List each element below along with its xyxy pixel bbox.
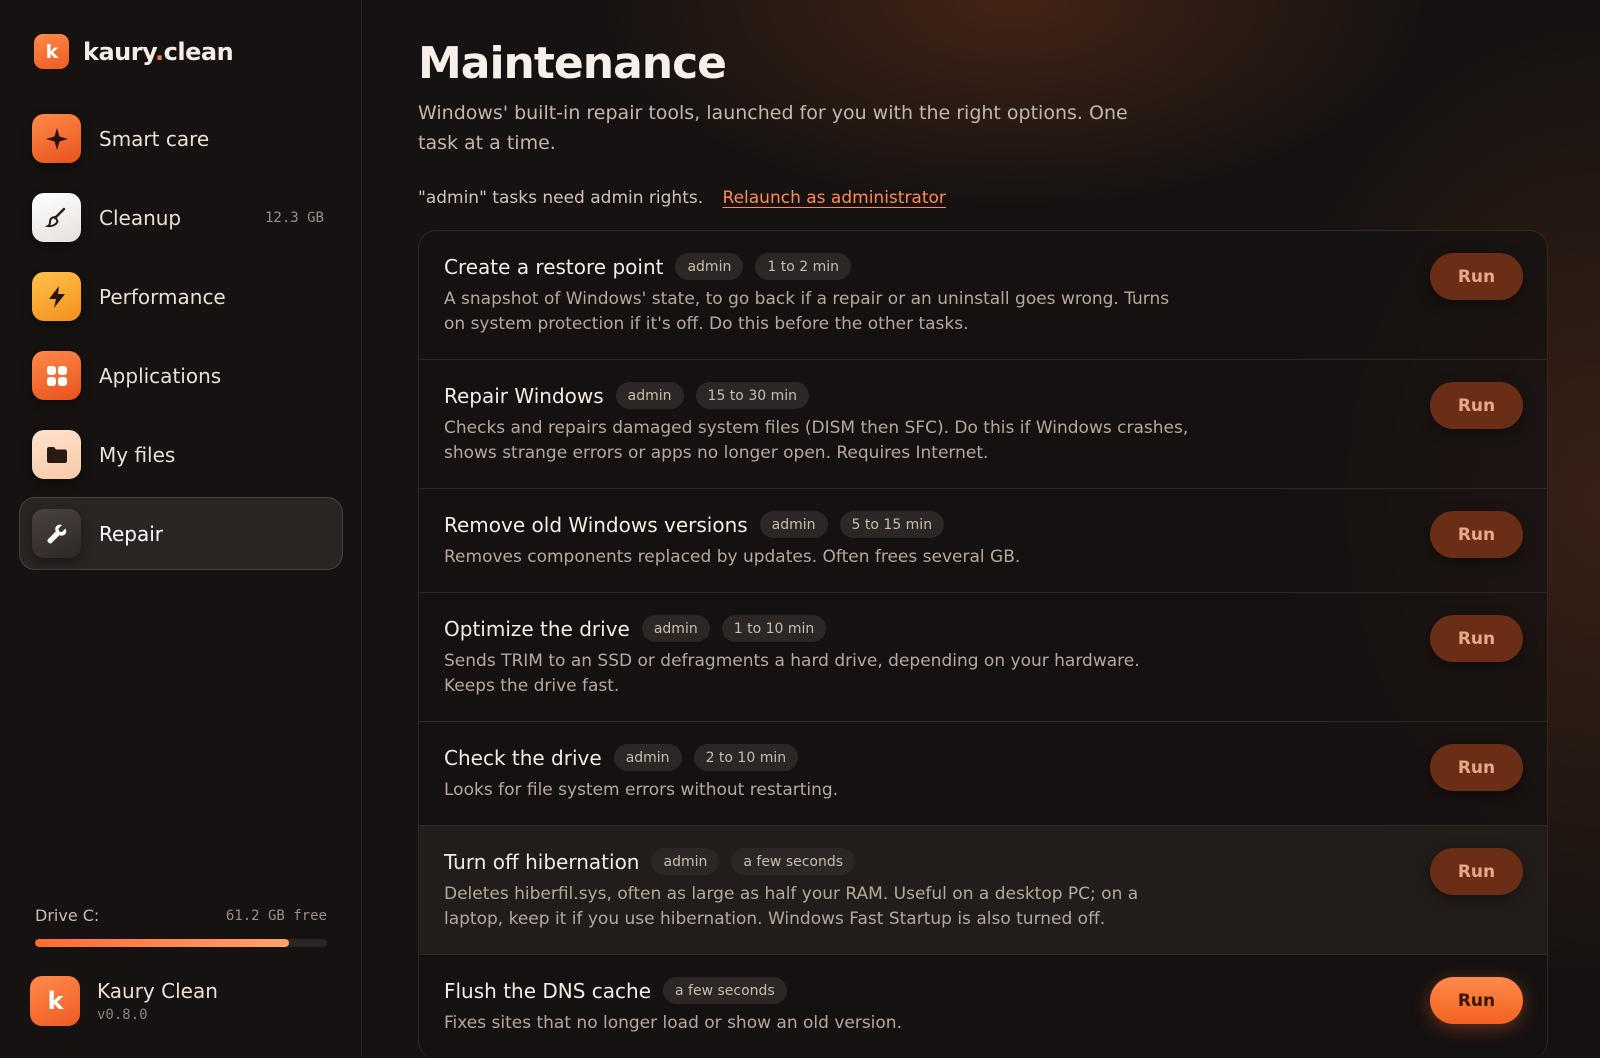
drive-usage: Drive C: 61.2 GB free (35, 906, 327, 947)
task-description: Looks for file system errors without res… (444, 780, 839, 800)
sidebar-item-performance[interactable]: Performance (19, 260, 343, 333)
relaunch-admin-link[interactable]: Relaunch as administrator (723, 188, 946, 208)
task-title: Create a restore point (444, 254, 664, 279)
task-description: Checks and repairs damaged system files … (444, 418, 1189, 463)
duration-badge: 1 to 10 min (721, 615, 827, 642)
task-description: Removes components replaced by updates. … (444, 547, 1021, 567)
app-name: Kaury Clean (97, 979, 218, 1003)
brand-name-part1: kaury (83, 37, 156, 66)
task-title: Turn off hibernation (444, 849, 640, 874)
sidebar-item-cleanup[interactable]: Cleanup 12.3 GB (19, 181, 343, 254)
task-row-repair-windows: Repair Windows admin 15 to 30 min Checks an… (419, 360, 1547, 489)
run-button-optimize-the-drive[interactable]: Run (1430, 615, 1523, 662)
sidebar-item-label: Cleanup (99, 205, 182, 230)
task-description: A snapshot of Windows' state, to go back… (444, 289, 1170, 334)
run-button-repair-windows[interactable]: Run (1430, 382, 1523, 429)
apps-grid-icon (32, 351, 81, 400)
admin-badge: admin (641, 615, 710, 642)
task-title: Check the drive (444, 745, 602, 770)
lightning-icon (32, 272, 81, 321)
admin-badge: admin (675, 253, 744, 280)
sidebar-item-repair[interactable]: Repair (19, 497, 343, 570)
drive-label: Drive C: (35, 906, 100, 925)
drive-usage-bar (35, 939, 327, 947)
task-title: Optimize the drive (444, 616, 630, 641)
duration-badge: a few seconds (663, 977, 787, 1004)
admin-badge: admin (615, 382, 684, 409)
duration-badge: 1 to 2 min (755, 253, 851, 280)
sidebar: k kaury.clean Smart care Cleanup 12.3 GB… (0, 0, 362, 1058)
duration-badge: 15 to 30 min (695, 382, 809, 409)
brand[interactable]: k kaury.clean (34, 34, 234, 69)
task-description: Fixes sites that no longer load or show … (444, 1013, 902, 1033)
task-row-check-the-drive: Check the drive admin 2 to 10 min Looks for… (419, 722, 1547, 826)
task-row-flush-the-dns-cache: Flush the DNS cache a few seconds Fixes si… (419, 955, 1547, 1058)
task-description: Deletes hiberfil.sys, often as large as … (444, 884, 1139, 929)
task-row-create-a-restore-point: Create a restore point admin 1 to 2 min A s… (419, 231, 1547, 360)
sparkle-icon (32, 114, 81, 163)
task-row-remove-old-windows-versions: Remove old Windows versions admin 5 to 15 … (419, 489, 1547, 593)
wrench-icon (32, 509, 81, 558)
run-button-turn-off-hibernation[interactable]: Run (1430, 848, 1523, 895)
folder-icon (32, 430, 81, 479)
app-info: k Kaury Clean v0.8.0 (30, 976, 218, 1026)
app-logo: k (30, 976, 80, 1026)
task-title: Remove old Windows versions (444, 512, 748, 537)
task-title: Repair Windows (444, 383, 604, 408)
brand-name: kaury.clean (83, 37, 234, 66)
page-description: Windows' built-in repair tools, launched… (418, 102, 1128, 154)
task-title: Flush the DNS cache (444, 978, 652, 1003)
admin-badge: admin (613, 744, 682, 771)
task-row-turn-off-hibernation: Turn off hibernation admin a few seconds De… (419, 826, 1547, 955)
sidebar-item-applications[interactable]: Applications (19, 339, 343, 412)
drive-free-space: 61.2 GB free (225, 907, 327, 924)
sidebar-item-my-files[interactable]: My files (19, 418, 343, 491)
main-content: Maintenance Windows' built-in repair too… (363, 0, 1600, 1058)
admin-badge: admin (651, 848, 720, 875)
admin-note: "admin" tasks need admin rights. Relaunc… (418, 188, 946, 208)
run-button-remove-old-windows-versions[interactable]: Run (1430, 511, 1523, 558)
app-version: v0.8.0 (97, 1007, 148, 1023)
duration-badge: 2 to 10 min (693, 744, 799, 771)
brand-name-dot: . (155, 37, 164, 66)
admin-note-text: "admin" tasks need admin rights. (418, 188, 704, 208)
task-row-optimize-the-drive: Optimize the drive admin 1 to 10 min Sends … (419, 593, 1547, 722)
sidebar-item-label: Smart care (99, 126, 210, 151)
run-button-flush-the-dns-cache[interactable]: Run (1430, 977, 1523, 1024)
run-button-check-the-drive[interactable]: Run (1430, 744, 1523, 791)
sidebar-item-label: My files (99, 442, 176, 467)
admin-badge: admin (759, 511, 828, 538)
page-title: Maintenance (418, 38, 727, 89)
task-description: Sends TRIM to an SSD or defragments a ha… (444, 651, 1140, 696)
cleanup-size: 12.3 GB (264, 209, 324, 226)
duration-badge: 5 to 15 min (839, 511, 945, 538)
sidebar-item-label: Performance (99, 284, 226, 309)
brand-name-part2: clean (163, 37, 234, 66)
sidebar-item-smart-care[interactable]: Smart care (19, 102, 343, 175)
sidebar-item-label: Repair (99, 521, 164, 546)
duration-badge: a few seconds (731, 848, 856, 875)
sidebar-nav: Smart care Cleanup 12.3 GB Performance A… (19, 102, 343, 576)
brand-logo: k (34, 34, 69, 69)
drive-usage-fill (35, 939, 290, 947)
task-list: Create a restore point admin 1 to 2 min A s… (418, 230, 1548, 1058)
sidebar-item-label: Applications (99, 363, 222, 388)
run-button-create-a-restore-point[interactable]: Run (1430, 253, 1523, 300)
brush-icon (32, 193, 81, 242)
